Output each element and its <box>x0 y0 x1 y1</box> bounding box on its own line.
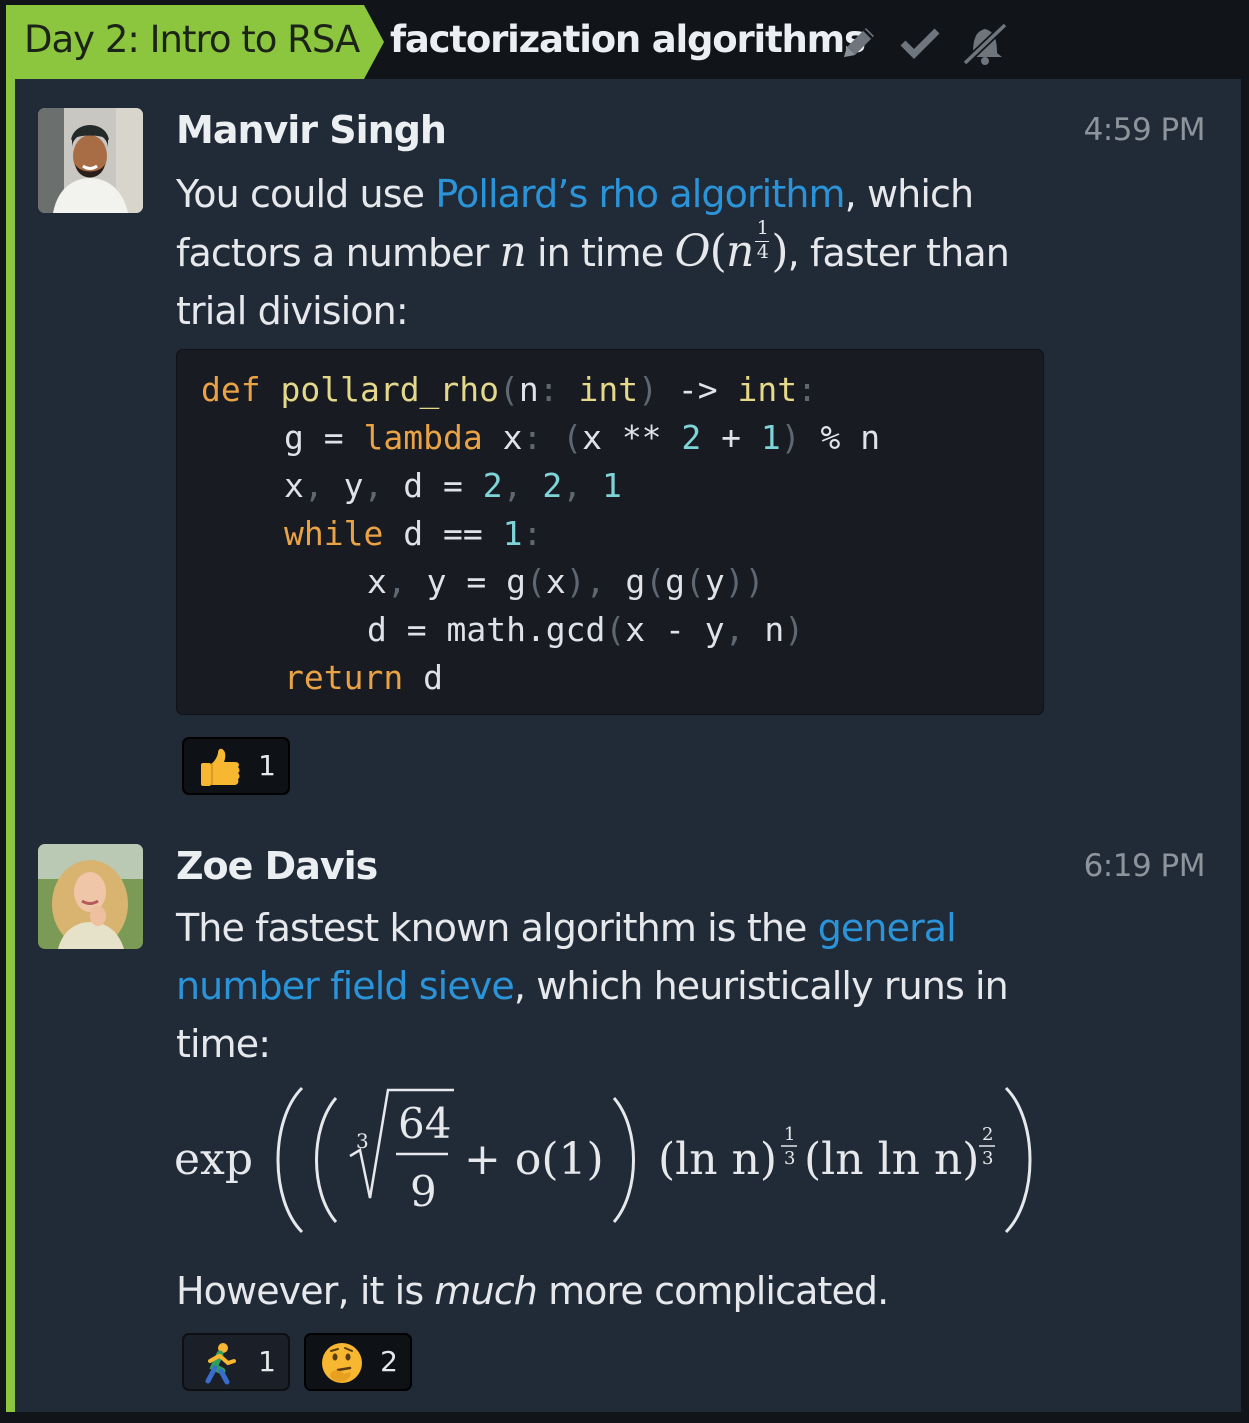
formula-lnln-n: (ln ln n) <box>804 1134 979 1185</box>
code-line: return d <box>284 658 443 697</box>
reaction-thinking[interactable]: 2 <box>304 1333 412 1391</box>
timestamp[interactable]: 4:59 PM <box>1084 112 1206 148</box>
avatar[interactable] <box>38 844 143 949</box>
exp2-den: 3 <box>982 1148 993 1169</box>
topic-name[interactable]: factorization algorithms <box>390 18 866 61</box>
timestamp[interactable]: 6:19 PM <box>1084 848 1206 884</box>
gnfs-link[interactable]: number field sieve <box>176 964 515 1008</box>
frac-numerator: 64 <box>398 1099 451 1148</box>
formula-o1: + o(1) <box>464 1134 604 1185</box>
message-closing: However, it is much more complicated. <box>176 1269 889 1313</box>
reaction-running[interactable]: 1 <box>182 1333 290 1391</box>
code-line: def pollard_rho(n: int) -> int: <box>201 370 817 409</box>
message-content: You could use Pollard’s rho algorithm, w… <box>176 172 1010 333</box>
check-icon[interactable] <box>898 23 942 63</box>
code-line: x, y, d = 2, 2, 1 <box>284 466 622 505</box>
math-big-o: O(n 1 4) <box>674 217 788 278</box>
exp2-num: 2 <box>982 1124 993 1145</box>
thumbs-up-icon <box>201 748 240 786</box>
exp1-den: 3 <box>784 1148 795 1169</box>
stream-color-bar <box>6 5 15 1412</box>
recipient-bar: Day 2: Intro to RSA factorization algori… <box>6 5 1241 79</box>
code-line: g = lambda x: (x ** 2 + 1) % n <box>284 418 881 457</box>
gnfs-link[interactable]: general <box>818 906 957 950</box>
formula-ln-n: (ln n) <box>658 1134 777 1185</box>
root-index: 3 <box>356 1129 369 1153</box>
pencil-icon[interactable] <box>838 23 880 63</box>
frac-denominator: 9 <box>410 1167 437 1216</box>
formula-exp: exp <box>174 1134 253 1185</box>
exp1-num: 1 <box>784 1124 795 1145</box>
code-line: d = math.gcd(x - y, n) <box>367 610 805 649</box>
code-block: def pollard_rho(n: int) -> int: g = lamb… <box>176 349 1044 715</box>
fraction-exponent: 14 <box>755 217 770 263</box>
thinking-face-icon <box>322 1343 362 1383</box>
pollard-rho-link[interactable]: Pollard’s rho algorithm <box>435 172 845 216</box>
running-person-icon <box>205 1343 236 1385</box>
sender-name[interactable]: Zoe Davis <box>176 844 378 888</box>
code-line: x, y = g(x), g(g(y)) <box>367 562 765 601</box>
mute-icon[interactable] <box>959 23 1011 65</box>
stream-tag[interactable]: Day 2: Intro to RSA <box>6 5 384 79</box>
code-line: while d == 1: <box>284 514 543 553</box>
stream-name[interactable]: Day 2: Intro to RSA <box>24 18 360 61</box>
avatar[interactable] <box>38 108 143 213</box>
reaction-thumbs-up[interactable]: 1 <box>182 737 290 795</box>
math-n: n <box>499 227 527 276</box>
gnfs-formula: exp 3 64 9 + o(1) (ln n) 1 3 (ln ln n) 2… <box>174 1086 1032 1234</box>
sender-name[interactable]: Manvir Singh <box>176 108 447 152</box>
message-content: The fastest known algorithm is the gener… <box>176 906 1009 1066</box>
